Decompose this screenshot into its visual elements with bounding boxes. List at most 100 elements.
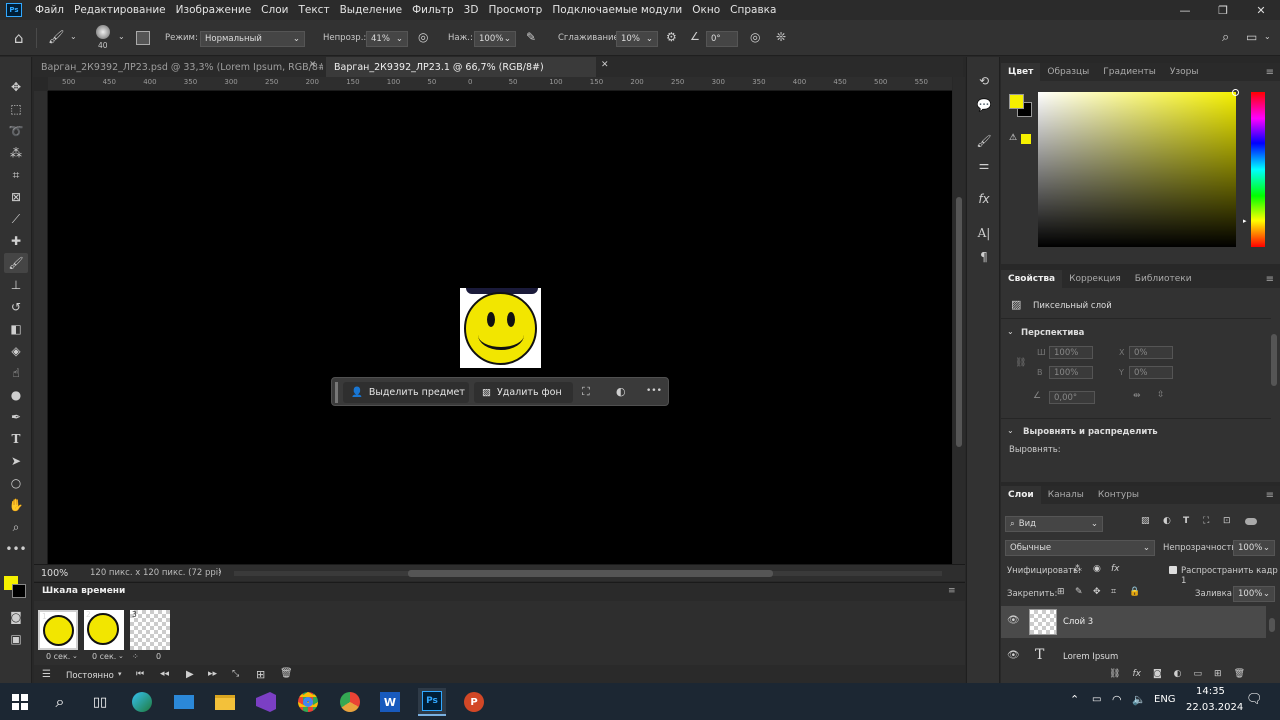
panel-menu-icon[interactable]: ≡ (1266, 490, 1274, 501)
frame-delay[interactable]: 0 (156, 652, 161, 661)
hue-slider-handle[interactable]: ▸ (1243, 217, 1247, 225)
notifications-icon[interactable]: 🗨 (1246, 692, 1263, 707)
frame-tool-icon[interactable]: ⊠ (4, 187, 28, 207)
gamut-color-chip[interactable] (1021, 134, 1031, 144)
layer-opacity-input[interactable]: 100% ⌄ (1233, 540, 1275, 556)
chevron-down-icon[interactable]: ⌄ (118, 32, 125, 41)
minimize-button[interactable]: — (1166, 4, 1204, 17)
mail-icon[interactable] (170, 688, 198, 716)
foreground-color-chip[interactable] (1009, 94, 1024, 109)
lock-transparency-icon[interactable]: ⊞ (1057, 587, 1065, 597)
file-explorer-icon[interactable] (211, 688, 239, 716)
brushes-icon[interactable]: 🖌 (974, 131, 994, 151)
paint-bucket-tool-icon[interactable]: ◈ (4, 341, 28, 361)
menu-window[interactable]: Окно (687, 4, 725, 16)
tab-properties[interactable]: Свойства (1001, 270, 1063, 288)
unify-position-icon[interactable]: ⁂ (1073, 564, 1082, 574)
link-icon[interactable]: ⛓ (1015, 358, 1026, 368)
menu-type[interactable]: Текст (293, 4, 334, 16)
paragraph-icon[interactable]: ¶ (974, 247, 994, 267)
vertical-scrollbar[interactable] (953, 77, 965, 564)
layer-filter-select[interactable]: ⌕ Вид ⌄ (1005, 516, 1103, 532)
smudge-tool-icon[interactable]: ☝ (4, 363, 28, 383)
perspective-section-title[interactable]: Перспектива (1021, 328, 1084, 338)
flip-horizontal-icon[interactable]: ⇹ (1133, 391, 1141, 401)
chevron-up-icon[interactable]: ⌃ (1070, 693, 1079, 706)
fx-icon[interactable]: fx (1132, 669, 1141, 679)
chrome-icon[interactable] (294, 688, 322, 716)
close-icon[interactable]: ✕ (309, 60, 317, 70)
move-tool-icon[interactable]: ✥ (4, 77, 28, 97)
word-icon[interactable]: W (376, 688, 404, 716)
adjustment-layer-icon[interactable]: ◐ (1174, 669, 1182, 679)
height-input[interactable]: 100% (1049, 366, 1093, 379)
tab-document-2[interactable]: Варган_2К9392_ЛР23.1 @ 66,7% (RGB/8#) (326, 57, 596, 77)
mode-select[interactable]: Нормальный ⌄ (200, 31, 305, 47)
clone-stamp-tool-icon[interactable]: ⊥ (4, 275, 28, 295)
trash-icon[interactable]: 🗑 (1234, 669, 1245, 679)
brush-tool-icon[interactable]: 🖌 (48, 30, 65, 45)
canvas-area[interactable] (48, 91, 952, 564)
fill-input[interactable]: 100% ⌄ (1233, 586, 1275, 602)
tab-gradients[interactable]: Градиенты (1096, 63, 1163, 81)
eye-icon[interactable]: 👁 (1007, 650, 1020, 661)
transform-icon[interactable]: ⛶ (582, 385, 590, 399)
play-icon[interactable]: ▶ (186, 669, 194, 680)
document-canvas[interactable] (460, 288, 541, 368)
clock-date[interactable]: 22.03.2024 (1186, 702, 1243, 713)
lock-all-icon[interactable]: 🔒 (1129, 587, 1140, 597)
flip-vertical-icon[interactable]: ⇳ (1157, 390, 1165, 400)
smart-object-filter-icon[interactable]: ⊡ (1223, 516, 1231, 526)
menu-select[interactable]: Выделение (335, 4, 408, 16)
link-layers-icon[interactable]: ⛓ (1109, 669, 1120, 679)
layer-name[interactable]: Lorem Ipsum (1063, 652, 1118, 662)
tab-color[interactable]: Цвет (1001, 63, 1041, 81)
close-icon[interactable]: ✕ (601, 60, 609, 70)
volume-icon[interactable]: 🔈 (1132, 693, 1146, 706)
character-icon[interactable]: A| (974, 223, 994, 243)
loop-select[interactable]: Постоянно (66, 671, 114, 681)
x-input[interactable]: 0% (1129, 346, 1173, 359)
timeline-frame-1[interactable]: 1 (38, 610, 78, 650)
layer-name[interactable]: Слой 3 (1063, 617, 1093, 627)
remove-background-button[interactable]: ▨ Удалить фон (474, 382, 573, 403)
pressure-opacity-icon[interactable]: ◎ (418, 30, 428, 44)
select-subject-button[interactable]: 👤 Выделить предмет (343, 382, 469, 403)
timeline-frame-3[interactable]: 3 (130, 610, 170, 650)
adjustments-icon[interactable]: ⚌ (974, 155, 994, 175)
tab-paths[interactable]: Контуры (1091, 486, 1146, 504)
tab-libraries[interactable]: Библиотеки (1128, 270, 1199, 288)
tab-document-1[interactable]: Варган_2К9392_ЛР23.psd @ 33,3% (Lorem Ip… (33, 57, 323, 77)
smoothing-input[interactable]: 10% ⌄ (616, 31, 658, 47)
lasso-tool-icon[interactable]: ➰ (4, 121, 28, 141)
new-layer-icon[interactable]: ⊞ (1214, 669, 1222, 679)
tab-swatches[interactable]: Образцы (1040, 63, 1096, 81)
width-input[interactable]: 100% (1049, 346, 1093, 359)
chevron-down-icon[interactable]: ⌄ (1007, 426, 1014, 435)
menu-filter[interactable]: Фильтр (407, 4, 459, 16)
panel-menu-icon[interactable]: ≡ (948, 586, 956, 596)
frame-transition-icon[interactable]: ⁘ (132, 652, 139, 661)
image-filter-icon[interactable]: ▨ (1141, 516, 1150, 526)
menu-layers[interactable]: Слои (256, 4, 293, 16)
tab-patterns[interactable]: Узоры (1163, 63, 1206, 81)
marquee-tool-icon[interactable]: ⬚ (4, 99, 28, 119)
quick-mask-icon[interactable]: ◙ (4, 607, 28, 627)
task-view-icon[interactable]: ▯▯ (86, 688, 114, 716)
chevron-down-icon[interactable]: ⌄ (70, 32, 77, 41)
hue-slider[interactable] (1251, 92, 1265, 247)
more-tools-icon[interactable]: ••• (4, 539, 28, 559)
menu-image[interactable]: Изображение (171, 4, 257, 16)
comments-icon[interactable]: 💬 (974, 95, 994, 115)
menu-help[interactable]: Справка (725, 4, 781, 16)
chevron-down-icon[interactable]: ⌄ (1007, 327, 1014, 336)
scroll-thumb[interactable] (408, 570, 773, 577)
panel-menu-icon[interactable]: ≡ (1266, 67, 1274, 78)
quick-select-tool-icon[interactable]: ⁂ (4, 143, 28, 163)
clock-time[interactable]: 14:35 (1196, 686, 1225, 697)
opacity-input[interactable]: 41% ⌄ (366, 31, 408, 47)
search-icon[interactable]: ⌕ (46, 688, 74, 716)
language-indicator[interactable]: ENG (1154, 694, 1176, 705)
pressure-size-icon[interactable]: ◎ (750, 30, 760, 44)
edge-icon[interactable] (128, 688, 156, 716)
